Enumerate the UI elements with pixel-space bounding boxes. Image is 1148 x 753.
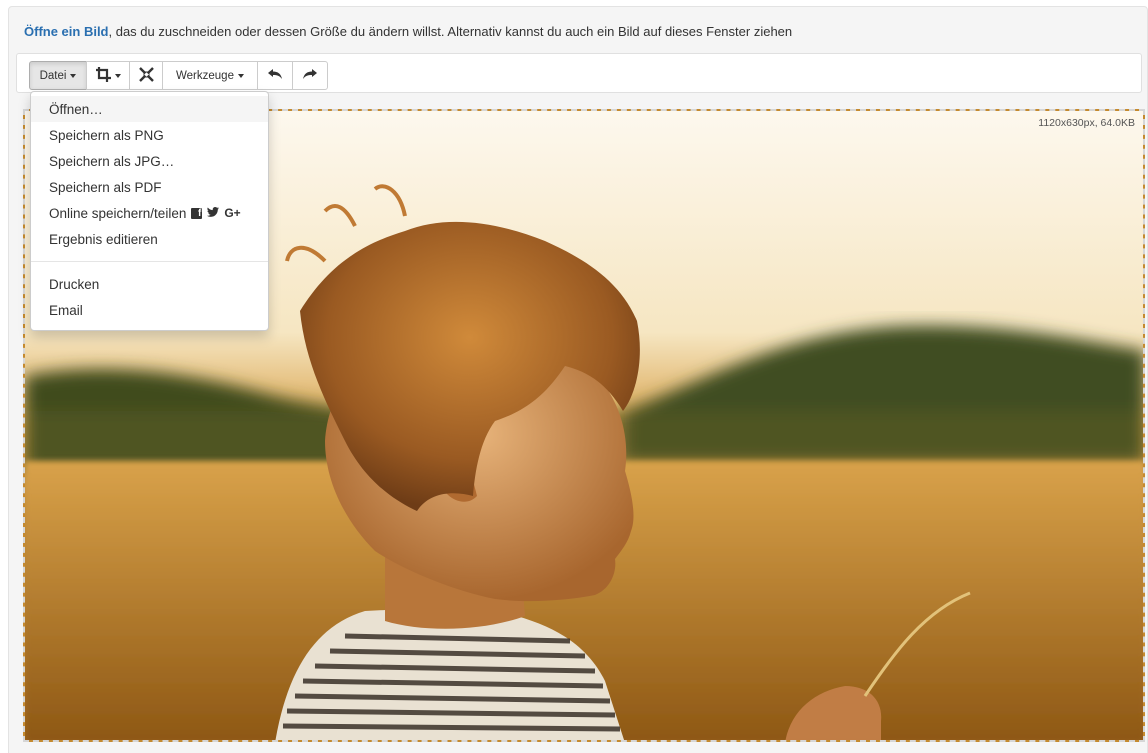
share-online-label: Online speichern/teilen	[49, 205, 187, 221]
menu-item-save-jpg[interactable]: Speichern als JPG…	[31, 148, 268, 174]
social-icons: f G+	[191, 206, 241, 220]
menu-item-save-png[interactable]: Speichern als PNG	[31, 122, 268, 148]
facebook-icon: f	[191, 207, 203, 219]
intro-description: , das du zuschneiden oder dessen Größe d…	[108, 24, 793, 39]
toolbar-button-group: Datei Werkzeuge	[29, 61, 328, 90]
datei-menu-button[interactable]: Datei	[29, 61, 87, 90]
resize-icon	[138, 66, 154, 85]
redo-button[interactable]	[292, 61, 328, 90]
caret-down-icon	[70, 73, 77, 78]
crop-button[interactable]	[86, 61, 130, 90]
menu-item-print[interactable]: Drucken	[31, 271, 268, 297]
twitter-icon	[207, 206, 220, 220]
menu-item-edit-result[interactable]: Ergebnis editieren	[31, 226, 268, 252]
menu-item-share-online[interactable]: Online speichern/teilen f G+	[31, 200, 268, 226]
open-image-link[interactable]: Öffne ein Bild	[24, 24, 109, 39]
menu-item-save-pdf[interactable]: Speichern als PDF	[31, 174, 268, 200]
toolbar: Datei Werkzeuge	[16, 53, 1142, 93]
menu-item-email[interactable]: Email	[31, 297, 268, 323]
redo-icon	[303, 68, 317, 83]
crop-icon	[95, 66, 111, 85]
menu-item-open[interactable]: Öffnen…	[31, 96, 268, 122]
caret-down-icon	[114, 73, 121, 78]
image-size-info: 1120x630px, 64.0KB	[1038, 117, 1135, 129]
tools-label: Werkzeuge	[176, 69, 234, 82]
datei-dropdown-menu: Öffnen… Speichern als PNG Speichern als …	[30, 91, 269, 331]
tools-menu-button[interactable]: Werkzeuge	[162, 61, 258, 90]
undo-button[interactable]	[257, 61, 293, 90]
intro-text: Öffne ein Bild, das du zuschneiden oder …	[24, 24, 792, 39]
datei-label: Datei	[39, 69, 67, 82]
caret-down-icon	[237, 73, 244, 78]
undo-icon	[268, 68, 282, 83]
google-plus-icon: G+	[224, 206, 241, 220]
menu-divider	[31, 261, 268, 262]
resize-button[interactable]	[129, 61, 163, 90]
